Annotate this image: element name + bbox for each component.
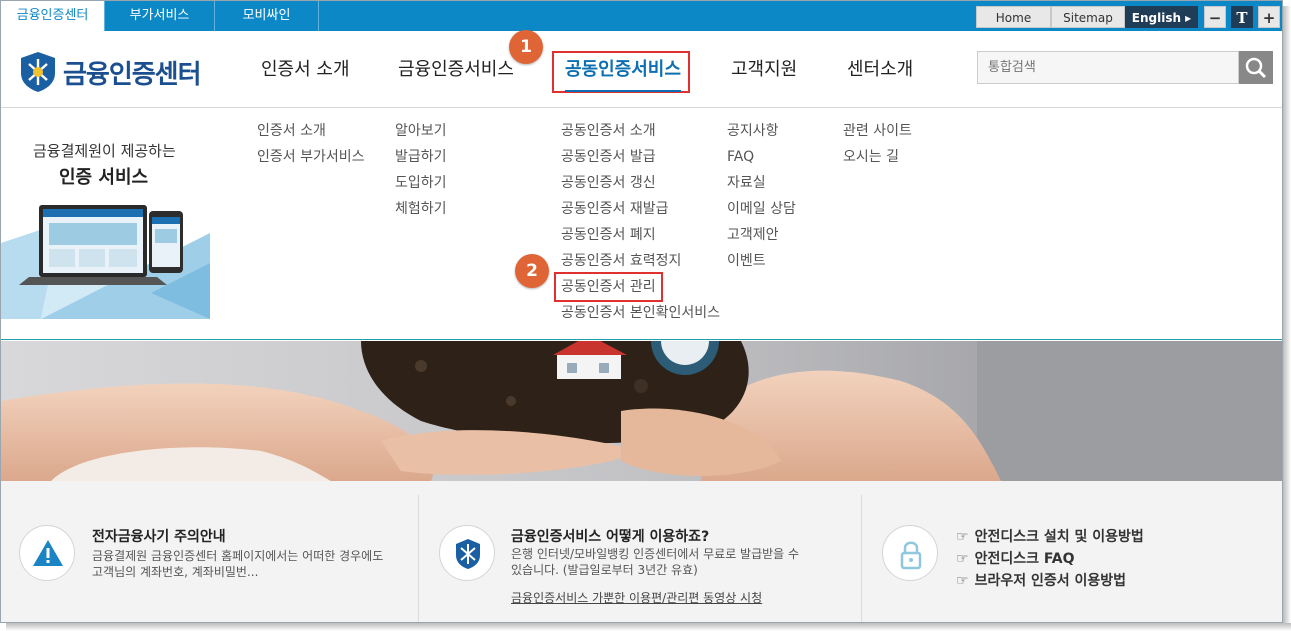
hand-pointer-icon: ☞ <box>956 573 969 589</box>
zoom-out-button[interactable]: − <box>1204 6 1226 28</box>
promo-line2: 인증 서비스 <box>59 167 149 188</box>
gnb-center-intro[interactable]: 센터소개 <box>847 31 913 108</box>
menu-item[interactable]: 고객제안 <box>727 227 796 253</box>
gnb-cert-intro[interactable]: 인증서 소개 <box>261 31 350 108</box>
menu-col-fin-cert: 알아보기 발급하기 도입하기 체험하기 <box>395 123 447 227</box>
how-to-use-title[interactable]: 금융인증서비스 어떻게 이용하죠? <box>511 526 709 546</box>
menu-item[interactable]: 공동인증서 폐지 <box>561 227 720 253</box>
menu-item[interactable]: 관련 사이트 <box>843 123 912 149</box>
menu-item[interactable]: 공동인증서 본인확인서비스 <box>561 305 720 331</box>
top-bar: 금융인증센터 부가서비스 모비싸인 Home Sitemap English ▸… <box>1 1 1282 31</box>
menu-col-center: 관련 사이트 오시는 길 <box>843 123 912 175</box>
safe-disk-faq-link[interactable]: ☞ 안전디스크 FAQ <box>956 548 1075 568</box>
home-link[interactable]: Home <box>976 6 1051 28</box>
safe-disk-install-link[interactable]: ☞ 안전디스크 설치 및 이용방법 <box>956 526 1144 546</box>
shield-icon <box>456 539 480 569</box>
menu-item[interactable]: 발급하기 <box>395 149 447 175</box>
menu-item[interactable]: 공동인증서 발급 <box>561 149 720 175</box>
logo-text: 금융인증센터 <box>63 59 202 90</box>
gnb-fin-cert-service[interactable]: 금융인증서비스 <box>398 31 514 108</box>
step-badge-2: 2 <box>515 254 549 288</box>
mega-menu: 금융결제원이 제공하는 인증 서비스 인증서 소개 인증서 부가서비스 알아보기 <box>1 108 1282 340</box>
search-input[interactable] <box>977 51 1239 84</box>
search-icon <box>1245 57 1267 79</box>
highlight-box-1 <box>552 51 690 93</box>
menu-item[interactable]: 자료실 <box>727 175 796 201</box>
shield-logo-icon <box>21 52 55 92</box>
highlight-box-2 <box>554 272 663 302</box>
menu-item[interactable]: 알아보기 <box>395 123 447 149</box>
zoom-in-button[interactable]: + <box>1258 6 1280 28</box>
tab-mobisign[interactable]: 모비싸인 <box>215 1 319 31</box>
menu-item[interactable]: FAQ <box>727 149 796 175</box>
search-button[interactable] <box>1239 51 1273 84</box>
how-to-use-desc: 은행 인터넷/모바일뱅킹 인증센터에서 무료로 발급받을 수 있습니다. (발급… <box>511 547 800 577</box>
promo-line1: 금융결제원이 제공하는 <box>33 142 176 160</box>
window-shadow <box>6 623 1291 631</box>
devices-illustration <box>1 205 210 319</box>
hand-pointer-icon: ☞ <box>956 551 969 567</box>
video-guide-link[interactable]: 금융인증서비스 가뿐한 이용편/관리편 동영상 시청 <box>511 589 762 606</box>
quick-link-label: 안전디스크 FAQ <box>974 551 1075 567</box>
quick-link-label: 안전디스크 설치 및 이용방법 <box>974 529 1144 545</box>
menu-col-cert-intro: 인증서 소개 인증서 부가서비스 <box>257 123 365 175</box>
tab-fincert-center[interactable]: 금융인증센터 <box>1 1 105 31</box>
fraud-notice-desc: 금융결제원 금융인증센터 홈페이지에서는 어떠한 경우에도 고객님의 계좌번호,… <box>92 549 384 579</box>
window-shadow <box>1283 6 1291 631</box>
lock-icon-circle <box>882 525 938 581</box>
menu-item[interactable]: 공지사항 <box>727 123 796 149</box>
lock-icon <box>900 541 922 570</box>
browser-cert-link[interactable]: ☞ 브라우저 인증서 이용방법 <box>956 570 1126 590</box>
menu-item[interactable]: 이벤트 <box>727 253 796 279</box>
menu-item[interactable]: 오시는 길 <box>843 149 912 175</box>
menu-item[interactable]: 공동인증서 소개 <box>561 123 720 149</box>
menu-item[interactable]: 체험하기 <box>395 201 447 227</box>
menu-item[interactable]: 도입하기 <box>395 175 447 201</box>
divider <box>418 495 419 622</box>
warning-icon-circle <box>19 525 75 581</box>
hand-pointer-icon: ☞ <box>956 529 969 545</box>
step-badge-1: 1 <box>509 30 543 64</box>
menu-item[interactable]: 공동인증서 재발급 <box>561 201 720 227</box>
tab-extra-services[interactable]: 부가서비스 <box>105 1 215 31</box>
warning-icon <box>33 540 63 566</box>
menu-item[interactable]: 공동인증서 갱신 <box>561 175 720 201</box>
fincert-icon-circle <box>439 525 495 581</box>
divider <box>861 495 862 622</box>
text-size-button[interactable]: T <box>1231 6 1253 28</box>
logo[interactable]: 금융인증센터 <box>19 51 202 93</box>
menu-col-support: 공지사항 FAQ 자료실 이메일 상담 고객제안 이벤트 <box>727 123 796 279</box>
quick-link-label: 브라우저 인증서 이용방법 <box>974 573 1126 589</box>
menu-item[interactable]: 인증서 소개 <box>257 123 365 149</box>
menu-item[interactable]: 인증서 부가서비스 <box>257 149 365 175</box>
english-link[interactable]: English ▸ <box>1125 6 1198 28</box>
menu-item[interactable]: 이메일 상담 <box>727 201 796 227</box>
hands-soil-image <box>1 341 1282 481</box>
fraud-notice-title[interactable]: 전자금융사기 주의안내 <box>92 526 226 546</box>
browser-page: 금융인증센터 부가서비스 모비싸인 Home Sitemap English ▸… <box>0 0 1283 623</box>
hero-banner <box>1 341 1282 481</box>
header: 금융인증센터 인증서 소개 금융인증서비스 공동인증서비스 고객지원 센터소개 <box>1 31 1282 108</box>
gnb-customer-support[interactable]: 고객지원 <box>731 31 797 108</box>
active-underline <box>565 90 681 92</box>
info-section: 전자금융사기 주의안내 금융결제원 금융인증센터 홈페이지에서는 어떠한 경우에… <box>1 481 1282 622</box>
sitemap-link[interactable]: Sitemap <box>1051 6 1125 28</box>
